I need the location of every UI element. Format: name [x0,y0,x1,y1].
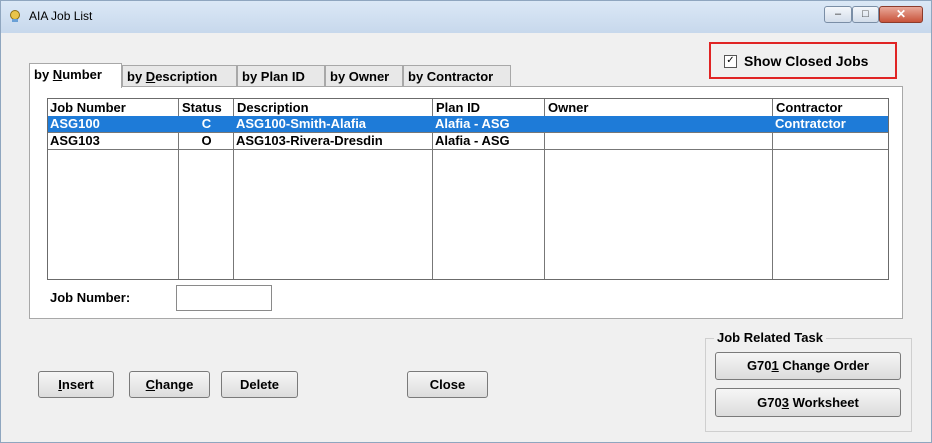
checkbox-check-icon[interactable]: ✓ [724,55,737,68]
cell-status: O [201,133,212,148]
tab-label: umber [62,67,102,82]
tab-label: by Contractor [408,69,494,84]
table-row[interactable]: ASG100 C ASG100-Smith-Alafia Alafia - AS… [48,116,888,132]
tab-accel: D [145,69,156,84]
table-row[interactable]: ASG103 O ASG103-Rivera-Dresdin Alafia - … [48,133,888,149]
app-icon [10,10,20,22]
g701-accel: 1 [771,358,779,373]
close-button[interactable]: Close [407,371,488,398]
header-description[interactable]: Description [235,99,309,116]
cell-owner [545,116,771,132]
tab-by-description[interactable]: by Description [122,65,237,86]
header-job-number[interactable]: Job Number [48,99,126,116]
g701-label: G70 [746,358,772,373]
maximize-button[interactable]: □ [852,6,879,23]
tab-panel-by-number: Job Number Status Description Plan ID Ow… [29,86,903,319]
tab-label: escription [155,69,218,84]
job-number-input[interactable] [176,285,272,311]
insert-button[interactable]: Insert [38,371,114,398]
g703-accel: 3 [781,395,789,410]
show-closed-jobs-label: Show Closed Jobs [744,53,869,69]
window-title: AIA Job List [29,9,93,23]
header-owner[interactable]: Owner [546,99,588,116]
g701-label-rest: Change Order [778,358,870,373]
job-list-grid[interactable]: Job Number Status Description Plan ID Ow… [47,98,889,280]
job-related-task-label: Job Related Task [714,330,826,345]
delete-button[interactable]: Delete [221,371,298,398]
title-bar: AIA Job List – □ ✕ [1,1,931,33]
cell-status: C [201,116,212,131]
cell-job-number: ASG100 [50,116,100,131]
job-related-task-group: Job Related Task G701 Change Order G703 … [705,330,912,432]
change-button[interactable]: Change [129,371,210,398]
tab-accel: N [52,67,63,82]
tab-label: by Owner [330,69,390,84]
cell-job-number: ASG103 [50,133,100,148]
cell-plan-id: Alafia - ASG [435,133,510,148]
row-divider [48,149,888,150]
tab-by-contractor[interactable]: by Contractor [403,65,511,86]
tab-label: by [127,69,146,84]
cell-contractor: Contratctor [775,116,846,131]
g703-label-rest: Worksheet [788,395,859,410]
tab-by-owner[interactable]: by Owner [325,65,403,86]
cell-contractor [773,133,887,149]
cell-plan-id: Alafia - ASG [435,116,510,131]
close-icon: ✕ [895,7,907,21]
show-closed-jobs-checkbox[interactable]: ✓ Show Closed Jobs [709,42,897,79]
g703-label: G70 [757,395,782,410]
maximize-icon: □ [862,8,869,20]
cell-description: ASG103-Rivera-Dresdin [236,133,383,148]
job-number-label: Job Number: [50,290,131,305]
g703-worksheet-button[interactable]: G703 Worksheet [715,388,901,417]
cell-description: ASG100-Smith-Alafia [236,116,367,131]
tab-label: by [34,67,53,82]
close-window-button[interactable]: ✕ [879,6,923,23]
header-contractor[interactable]: Contractor [774,99,842,116]
tab-label: by Plan ID [242,69,305,84]
aia-job-list-window: AIA Job List – □ ✕ ✓ Show Closed Jobs by… [0,0,932,443]
g701-change-order-button[interactable]: G701 Change Order [715,352,901,380]
header-status[interactable]: Status [180,99,222,116]
tab-by-number[interactable]: by Number [29,63,122,88]
cell-owner [545,133,771,149]
minimize-icon: – [834,8,842,20]
header-plan-id[interactable]: Plan ID [434,99,480,116]
insert-label: nsert [61,377,94,392]
minimize-button[interactable]: – [824,6,852,23]
change-accel: C [145,377,156,392]
tab-by-plan-id[interactable]: by Plan ID [237,65,325,86]
change-label: hange [155,377,194,392]
